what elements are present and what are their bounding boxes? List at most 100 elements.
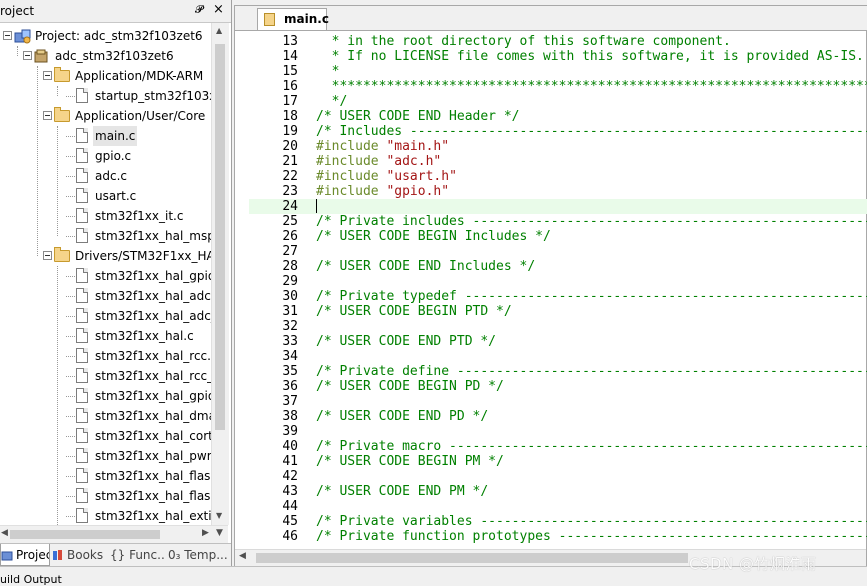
code-line[interactable]: 34	[249, 349, 867, 364]
tree-item-label: stm32f1xx_hal.c	[95, 329, 194, 343]
collapse-toggle-icon[interactable]	[43, 251, 52, 260]
line-number: 39	[282, 424, 298, 439]
line-number: 46	[282, 529, 298, 544]
file-icon	[76, 508, 88, 523]
code-text: #include "usart.h"	[316, 169, 457, 184]
tree-file-item[interactable]: gpio.c	[0, 146, 211, 166]
tab-main-c[interactable]: main.c	[257, 8, 329, 30]
code-line[interactable]: 38 /* USER CODE END PD */	[249, 409, 867, 424]
project-panel-tab[interactable]: Project	[0, 544, 50, 566]
code-line[interactable]: 15 *	[249, 64, 867, 79]
code-line[interactable]: 36 /* USER CODE BEGIN PD */	[249, 379, 867, 394]
tree-file-item[interactable]: stm32f1xx_hal_gpio_e	[0, 266, 211, 286]
code-line[interactable]: 33 /* USER CODE END PTD */	[249, 334, 867, 349]
collapse-toggle-icon[interactable]	[43, 71, 52, 80]
tree-connector-line	[66, 176, 75, 177]
project-panel-tab[interactable]: {} Func...	[110, 544, 166, 566]
code-line[interactable]: 44	[249, 499, 867, 514]
collapse-toggle-icon[interactable]	[43, 111, 52, 120]
tree-file-item[interactable]: adc.c	[0, 166, 211, 186]
project-panel-tabs: Project Books {} Func...0₃ Temp...	[0, 543, 231, 567]
code-line[interactable]: 28 /* USER CODE END Includes */	[249, 259, 867, 274]
tree-vertical-scroll-thumb[interactable]	[215, 44, 225, 430]
code-line[interactable]: 35 /* Private define --------------------…	[249, 364, 867, 379]
scroll-left-arrow-icon[interactable]: ◀	[239, 551, 246, 561]
tree-horizontal-scroll-thumb[interactable]	[10, 530, 160, 539]
code-line[interactable]: 23 #include "gpio.h"	[249, 184, 867, 199]
tree-file-item[interactable]: stm32f1xx_hal_pwr.c	[0, 446, 211, 466]
tree-connector-line	[66, 216, 75, 217]
tree-connector-line	[66, 316, 75, 317]
collapse-toggle-icon[interactable]	[3, 31, 12, 40]
tree-file-item[interactable]: usart.c	[0, 186, 211, 206]
tree-file-item[interactable]: stm32f1xx_hal_exti.c	[0, 506, 211, 525]
code-line[interactable]: 37	[249, 394, 867, 409]
code-line[interactable]: 24	[249, 199, 867, 214]
code-line[interactable]: 32	[249, 319, 867, 334]
code-line[interactable]: 16 *************************************…	[249, 79, 867, 94]
code-line[interactable]: 17 */	[249, 94, 867, 109]
tree-file-item[interactable]: stm32f1xx_hal_flash.c	[0, 466, 211, 486]
tree-file-item[interactable]: stm32f1xx_hal_cortex	[0, 426, 211, 446]
tree-file-item[interactable]: stm32f1xx_it.c	[0, 206, 211, 226]
tree-file-item[interactable]: stm32f1xx_hal_flash_e	[0, 486, 211, 506]
code-line[interactable]: 26 /* USER CODE BEGIN Includes */	[249, 229, 867, 244]
scroll-down-arrow-icon[interactable]: ▼	[216, 528, 223, 538]
tree-item-label: startup_stm32f103xe.s	[95, 89, 211, 103]
code-line[interactable]: 39	[249, 424, 867, 439]
code-text: /* USER CODE BEGIN PTD */	[316, 304, 512, 319]
code-line[interactable]: 30 /* Private typedef -------------------…	[249, 289, 867, 304]
pin-icon[interactable]: 𝓟	[195, 3, 203, 17]
code-line[interactable]: 13 * in the root directory of this softw…	[249, 34, 867, 49]
line-number: 30	[282, 289, 298, 304]
code-line[interactable]: 42	[249, 469, 867, 484]
file-icon	[76, 408, 88, 423]
code-line[interactable]: 40 /* Private macro ---------------------…	[249, 439, 867, 454]
code-text: /* USER CODE END PD */	[316, 409, 489, 424]
tree-folder-item[interactable]: Application/MDK-ARM	[0, 66, 211, 86]
tree-file-item[interactable]: stm32f1xx_hal_msp.c	[0, 226, 211, 246]
tree-connector-line	[66, 96, 75, 97]
tree-target-item[interactable]: adc_stm32f103zet6	[0, 46, 211, 66]
code-line[interactable]: 20 #include "main.h"	[249, 139, 867, 154]
tree-file-item[interactable]: stm32f1xx_hal_adc.c	[0, 286, 211, 306]
tree-vertical-scrollbar[interactable]: ▲ ▼	[211, 23, 229, 525]
tree-file-item[interactable]: main.c	[0, 126, 211, 146]
tree-file-item[interactable]: startup_stm32f103xe.s	[0, 86, 211, 106]
code-text-area[interactable]: 13 * in the root directory of this softw…	[249, 31, 867, 549]
collapse-toggle-icon[interactable]	[23, 51, 32, 60]
code-line[interactable]: 25 /* Private includes ------------------…	[249, 214, 867, 229]
scroll-left-arrow-icon[interactable]: ◀	[1, 528, 8, 538]
tree-file-item[interactable]: stm32f1xx_hal_rcc_ex	[0, 366, 211, 386]
code-line[interactable]: 45 /* Private variables -----------------…	[249, 514, 867, 529]
code-line[interactable]: 22 #include "usart.h"	[249, 169, 867, 184]
close-icon[interactable]: ×	[213, 2, 224, 17]
tree-file-item[interactable]: stm32f1xx_hal_rcc.c	[0, 346, 211, 366]
tree-project-item[interactable]: Project: adc_stm32f103zet6	[0, 26, 211, 46]
code-line[interactable]: 29	[249, 274, 867, 289]
project-panel-tab[interactable]: Books	[52, 544, 108, 566]
scroll-up-arrow-icon[interactable]: ▲	[216, 26, 222, 35]
code-line[interactable]: 19 /* Includes --------------------------…	[249, 124, 867, 139]
tree-file-item[interactable]: stm32f1xx_hal_dma.c	[0, 406, 211, 426]
file-icon	[76, 388, 88, 403]
code-line[interactable]: 43 /* USER CODE END PM */	[249, 484, 867, 499]
project-panel-tab[interactable]: 0₃ Temp...	[168, 544, 228, 566]
code-line[interactable]: 46 /* Private function prototypes -------…	[249, 529, 867, 544]
tree-folder-item[interactable]: Drivers/STM32F1xx_HAL_	[0, 246, 211, 266]
code-line[interactable]: 21 #include "adc.h"	[249, 154, 867, 169]
tree-file-item[interactable]: stm32f1xx_hal_gpio.c	[0, 386, 211, 406]
code-line[interactable]: 41 /* USER CODE BEGIN PM */	[249, 454, 867, 469]
code-line[interactable]: 27	[249, 244, 867, 259]
tree-horizontal-scrollbar[interactable]: ◀ ▶ ▼	[0, 525, 228, 543]
tree-file-item[interactable]: stm32f1xx_hal_adc_ex	[0, 306, 211, 326]
scroll-right-arrow-icon[interactable]: ▶	[202, 528, 209, 538]
tree-item-label: stm32f1xx_hal_gpio.c	[95, 389, 211, 403]
tree-folder-item[interactable]: Application/User/Core	[0, 106, 211, 126]
editor-horizontal-scroll-thumb[interactable]	[256, 553, 688, 563]
code-line[interactable]: 14 * If no LICENSE file comes with this …	[249, 49, 867, 64]
code-line[interactable]: 18 /* USER CODE END Header */	[249, 109, 867, 124]
tree-file-item[interactable]: stm32f1xx_hal.c	[0, 326, 211, 346]
scroll-down-arrow-icon[interactable]: ▼	[216, 511, 222, 520]
code-line[interactable]: 31 /* USER CODE BEGIN PTD */	[249, 304, 867, 319]
